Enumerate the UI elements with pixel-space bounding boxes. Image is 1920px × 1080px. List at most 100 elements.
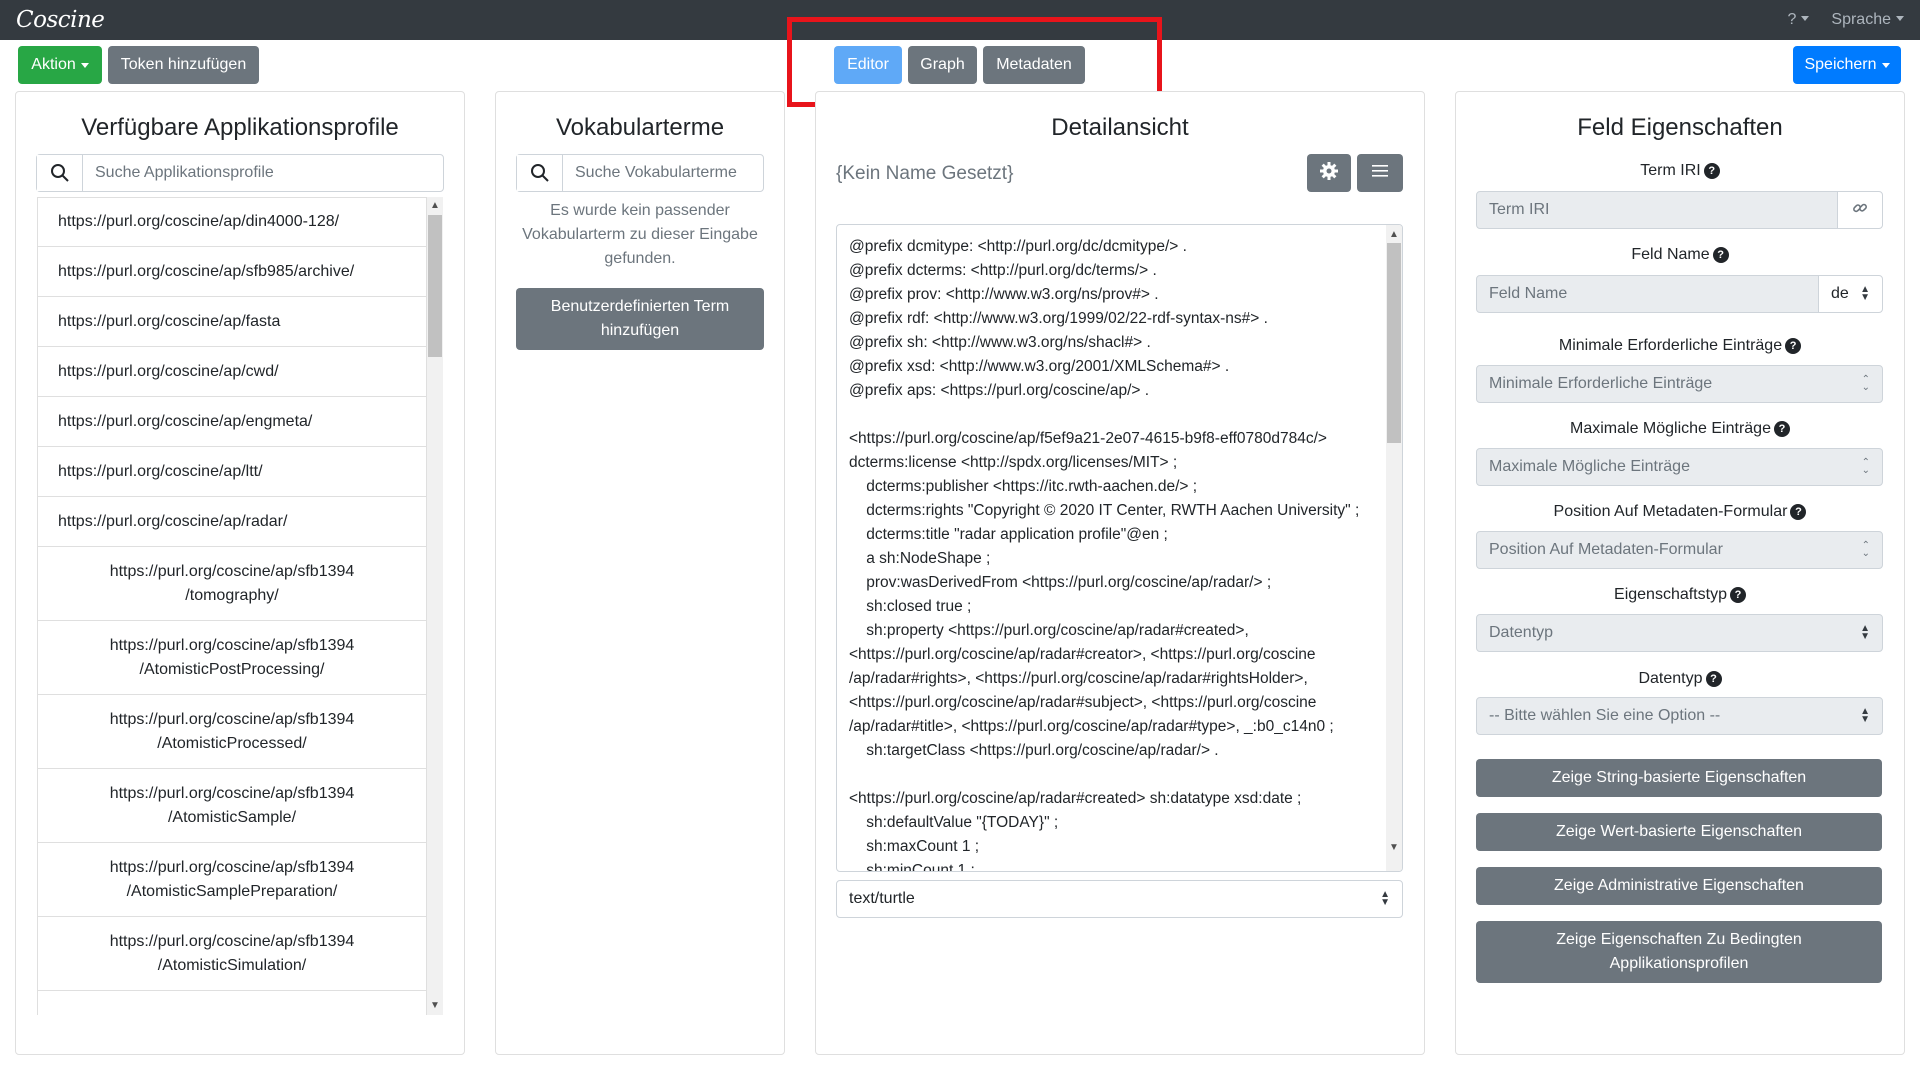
list-item-line: /AtomisticSample/	[167, 808, 297, 826]
select-arrow-icon: ▲ ▼	[1380, 889, 1390, 908]
list-item[interactable]: https://purl.org/coscine/ap/sfb1394	[37, 991, 427, 1015]
profiles-scrollbar[interactable]: ▲ ▼	[427, 197, 443, 1015]
vocab-title: Vokabularterme	[555, 114, 725, 141]
list-item[interactable]: https://purl.org/coscine/ap/engmeta/	[37, 397, 427, 447]
help-icon[interactable]: ?	[1712, 247, 1729, 263]
property-type-select[interactable]: Datentyp ▲ ▼	[1476, 614, 1883, 652]
list-item[interactable]: https://purl.org/coscine/ap/sfb1394/Atom…	[37, 917, 427, 991]
profiles-search-input[interactable]: Suche Applikationsprofile	[83, 155, 443, 191]
list-item-line: https://purl.org/coscine/ap/sfb1394	[109, 784, 355, 802]
term-iri-input[interactable]: Term IRI	[1476, 191, 1838, 229]
field-name-label: Feld Name	[1631, 246, 1710, 263]
min-entries-placeholder: Minimale Erforderliche Einträge	[1489, 375, 1713, 392]
menu-button[interactable]	[1357, 154, 1403, 192]
help-icon[interactable]: ?	[1703, 163, 1720, 179]
save-dropdown-button[interactable]: Speichern	[1793, 46, 1901, 84]
list-item[interactable]: https://purl.org/coscine/ap/sfb1394/Atom…	[37, 843, 427, 917]
profiles-list: https://purl.org/coscine/ap/din4000-128/…	[37, 197, 443, 1015]
scroll-thumb[interactable]	[1387, 243, 1401, 443]
list-item-label: https://purl.org/coscine/ap/sfb1394/tomo…	[110, 560, 355, 608]
help-icon[interactable]: ?	[1729, 587, 1746, 603]
scroll-down-icon[interactable]: ▼	[430, 1001, 440, 1011]
editor-scrollbar[interactable]: ▲ ▼	[1386, 225, 1402, 871]
max-entries-placeholder: Maximale Mögliche Einträge	[1489, 458, 1690, 475]
profiles-search[interactable]: Suche Applikationsprofile	[36, 154, 444, 192]
scroll-thumb[interactable]	[428, 215, 442, 357]
help-icon[interactable]: ?	[1705, 671, 1722, 687]
position-input[interactable]: Position Auf Metadaten-Formular ⌃ ⌄	[1476, 531, 1883, 569]
format-select[interactable]: text/turtle ▲ ▼	[836, 880, 1403, 918]
help-icon[interactable]: ?	[1790, 504, 1807, 520]
help-icon[interactable]: ?	[1785, 338, 1802, 354]
brand-logo[interactable]: Coscine	[16, 7, 105, 33]
help-menu[interactable]: ?	[1788, 11, 1810, 29]
min-entries-input[interactable]: Minimale Erforderliche Einträge ⌃ ⌄	[1476, 365, 1883, 403]
property-type-value: Datentyp	[1489, 624, 1554, 641]
search-icon	[37, 155, 83, 191]
add-token-button[interactable]: Token hinzufügen	[108, 46, 259, 84]
scroll-down-icon[interactable]: ▼	[1389, 842, 1399, 853]
list-item[interactable]: https://purl.org/coscine/ap/din4000-128/	[37, 197, 427, 247]
position-placeholder: Position Auf Metadaten-Formular	[1489, 541, 1723, 558]
editor-content[interactable]: @prefix dcmitype: <http://purl.org/dc/dc…	[837, 225, 1402, 871]
datatype-label: Datentyp	[1638, 670, 1703, 687]
datatype-select[interactable]: -- Bitte wählen Sie eine Option -- ▲ ▼	[1476, 697, 1883, 735]
list-item-label: https://purl.org/coscine/ap/sfb1394/Atom…	[110, 930, 355, 978]
spinner-icon[interactable]: ⌃ ⌄	[1862, 375, 1870, 393]
scroll-up-icon[interactable]: ▲	[1389, 229, 1399, 240]
list-item[interactable]: https://purl.org/coscine/ap/sfb1394/tomo…	[37, 547, 427, 621]
select-arrow-icon: ▲ ▼	[1860, 284, 1870, 303]
vocab-no-result: Es wurde kein passender Vokabularterm zu…	[522, 202, 758, 267]
list-item-label: https://purl.org/coscine/ap/sfb1394/Atom…	[110, 634, 355, 682]
list-item-label: https://purl.org/coscine/ap/sfb1394/Atom…	[110, 708, 355, 756]
list-item[interactable]: https://purl.org/coscine/ap/fasta	[37, 297, 427, 347]
settings-button[interactable]	[1307, 154, 1351, 192]
profiles-title: Verfügbare Applikationsprofile	[81, 114, 399, 141]
field-name-input[interactable]: Feld Name	[1476, 275, 1819, 313]
spinner-icon[interactable]: ⌃ ⌄	[1862, 541, 1870, 559]
list-item-line: /AtomisticSamplePreparation/	[126, 882, 338, 900]
spinner-icon[interactable]: ⌃ ⌄	[1862, 458, 1870, 476]
properties-panel: Feld Eigenschaften Term IRI? Term IRI Fe…	[1455, 91, 1905, 1055]
link-button[interactable]	[1837, 191, 1883, 229]
list-item[interactable]: https://purl.org/coscine/ap/sfb985/archi…	[37, 247, 427, 297]
property-type-label: Eigenschaftstyp	[1614, 586, 1727, 603]
show-value-properties-button[interactable]: Zeige Wert-basierte Eigenschaften	[1476, 813, 1882, 851]
language-menu[interactable]: Sprache	[1831, 11, 1904, 29]
detail-title: Detailansicht	[1051, 114, 1189, 141]
turtle-editor[interactable]: @prefix dcmitype: <http://purl.org/dc/dc…	[836, 224, 1403, 872]
vocab-panel: Vokabularterme Suche Vokabularterme Es w…	[495, 91, 785, 1055]
add-custom-term-button[interactable]: Benutzerdefinierten Term hinzufügen	[516, 288, 764, 350]
list-item[interactable]: https://purl.org/coscine/ap/sfb1394/Atom…	[37, 769, 427, 843]
profiles-panel: Verfügbare Applikationsprofile Suche App…	[15, 91, 465, 1055]
show-string-properties-button[interactable]: Zeige String-basierte Eigenschaften	[1476, 759, 1882, 797]
list-item[interactable]: https://purl.org/coscine/ap/radar/	[37, 497, 427, 547]
vocab-search[interactable]: Suche Vokabularterme	[516, 154, 764, 192]
show-admin-properties-button[interactable]: Zeige Administrative Eigenschaften	[1476, 867, 1882, 905]
list-item[interactable]: https://purl.org/coscine/ap/sfb1394/Atom…	[37, 695, 427, 769]
search-icon	[517, 155, 563, 191]
max-entries-input[interactable]: Maximale Mögliche Einträge ⌃ ⌄	[1476, 448, 1883, 486]
list-item[interactable]: https://purl.org/coscine/ap/ltt/	[37, 447, 427, 497]
list-item-label: https://purl.org/coscine/ap/sfb1394/Atom…	[110, 782, 355, 830]
scroll-up-icon[interactable]: ▲	[430, 201, 440, 211]
list-item[interactable]: https://purl.org/coscine/ap/sfb1394/Atom…	[37, 621, 427, 695]
detail-panel: Detailansicht {Kein Name Gesetzt} @prefi…	[815, 91, 1425, 1055]
position-label: Position Auf Metadaten-Formular	[1553, 503, 1788, 520]
list-item-line: /tomography/	[185, 586, 279, 604]
link-icon	[1852, 200, 1868, 221]
datatype-value: -- Bitte wählen Sie eine Option --	[1489, 707, 1721, 724]
list-item-line: /AtomisticPostProcessing/	[139, 660, 325, 678]
list-item-line: https://purl.org/coscine/ap/sfb1394	[109, 932, 355, 950]
vocab-search-input[interactable]: Suche Vokabularterme	[563, 155, 763, 191]
show-conditional-properties-button[interactable]: Zeige Eigenschaften Zu Bedingten Applika…	[1476, 921, 1882, 983]
list-item[interactable]: https://purl.org/coscine/ap/cwd/	[37, 347, 427, 397]
list-item-line: /AtomisticSimulation/	[157, 956, 307, 974]
gear-icon	[1319, 161, 1339, 186]
help-icon[interactable]: ?	[1773, 421, 1790, 437]
action-dropdown-button[interactable]: Aktion	[18, 46, 102, 84]
language-select[interactable]: de ▲ ▼	[1818, 275, 1883, 313]
menu-icon	[1372, 164, 1388, 183]
list-item-line: https://purl.org/coscine/ap/sfb1394	[109, 858, 355, 876]
select-arrow-icon: ▲ ▼	[1860, 623, 1870, 642]
